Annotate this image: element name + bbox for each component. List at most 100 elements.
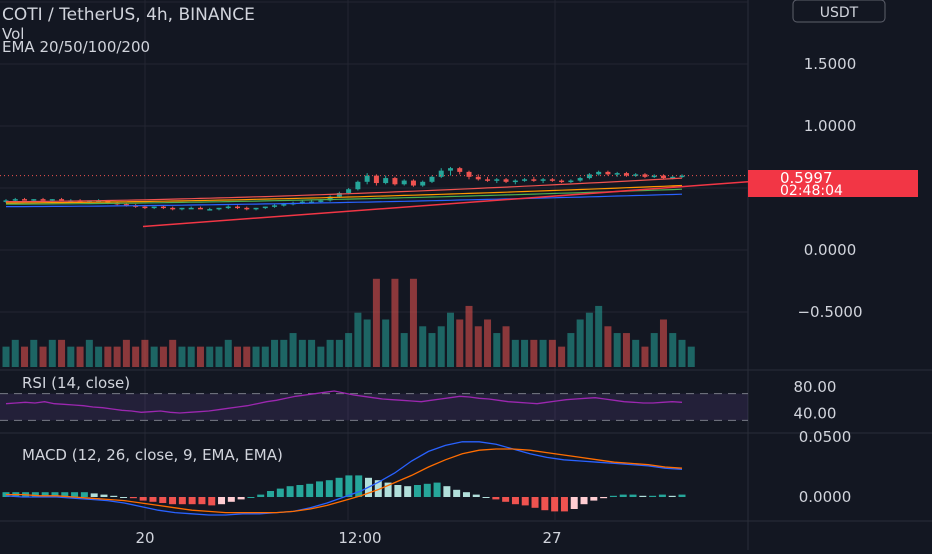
price-axis[interactable]: 2.00001.50001.00000.50000.0000−0.500080.… xyxy=(794,0,863,506)
chart-stage[interactable]: 2.00001.50001.00000.50000.0000−0.500080.… xyxy=(0,0,932,550)
candle-body[interactable] xyxy=(605,171,611,175)
candle-body[interactable] xyxy=(170,207,176,210)
macd-histogram-bar xyxy=(472,494,480,497)
volume-bar xyxy=(187,346,195,367)
candle-body[interactable] xyxy=(22,199,28,201)
volume-bar xyxy=(558,346,566,367)
macd-histogram-bar xyxy=(257,494,265,497)
volume-bar xyxy=(345,333,353,367)
macd-histogram-bar xyxy=(668,495,676,497)
candle-body[interactable] xyxy=(383,178,389,184)
volume-bar xyxy=(354,312,362,367)
candle-body[interactable] xyxy=(457,168,463,172)
candle-body[interactable] xyxy=(12,199,18,201)
candle-body[interactable] xyxy=(373,175,379,184)
volume-bar xyxy=(85,339,93,367)
candle-body[interactable] xyxy=(346,189,352,193)
macd-histogram-bar xyxy=(110,495,118,497)
candle-body[interactable] xyxy=(151,206,157,209)
candle-body[interactable] xyxy=(559,180,565,183)
candle-body[interactable] xyxy=(568,180,574,183)
volume-bar xyxy=(141,339,149,367)
candle-body[interactable] xyxy=(207,209,213,211)
ema-label: EMA 20/50/100/200 xyxy=(2,38,150,56)
macd-histogram-bar xyxy=(570,497,578,509)
volume-bar xyxy=(30,339,38,367)
candle-body[interactable] xyxy=(160,206,166,209)
candle-body[interactable] xyxy=(596,171,602,175)
candle-body[interactable] xyxy=(401,180,407,185)
macd-histogram-bar xyxy=(453,489,461,497)
volume-bar xyxy=(132,346,140,367)
candle-body[interactable] xyxy=(522,179,528,181)
rsi-label: RSI (14, close) xyxy=(22,374,130,392)
candle-body[interactable] xyxy=(253,207,259,210)
candle-body[interactable] xyxy=(438,170,444,177)
candle-body[interactable] xyxy=(179,207,185,210)
macd-histogram-bar xyxy=(560,497,568,512)
candle-body[interactable] xyxy=(586,174,592,179)
candle-body[interactable] xyxy=(531,179,537,181)
candle-body[interactable] xyxy=(142,206,148,209)
candle-body[interactable] xyxy=(577,178,583,181)
candle-body[interactable] xyxy=(540,179,546,181)
rsi-tick-label: 80.00 xyxy=(794,378,837,396)
candle-body[interactable] xyxy=(503,179,509,182)
candle-body[interactable] xyxy=(262,206,268,209)
candle-body[interactable] xyxy=(614,173,620,175)
price-pane[interactable] xyxy=(0,166,749,228)
candle-body[interactable] xyxy=(549,179,555,181)
candle-body[interactable] xyxy=(420,181,426,186)
macd-histogram-bar xyxy=(502,497,510,502)
candle-body[interactable] xyxy=(31,199,37,201)
macd-histogram-bar xyxy=(335,477,343,497)
candle-body[interactable] xyxy=(410,180,416,186)
candle-body[interactable] xyxy=(40,199,46,201)
volume-bar xyxy=(530,339,538,367)
candle-body[interactable] xyxy=(49,199,55,201)
candle-body[interactable] xyxy=(447,168,453,171)
candle-body[interactable] xyxy=(392,178,398,185)
candle-body[interactable] xyxy=(429,176,435,182)
macd-histogram-bar xyxy=(159,497,167,503)
candle-body[interactable] xyxy=(197,207,203,210)
candle-body[interactable] xyxy=(272,205,278,207)
volume-bar xyxy=(67,346,75,367)
candle-body[interactable] xyxy=(188,207,194,210)
rsi-pane[interactable] xyxy=(0,390,748,421)
candle-body[interactable] xyxy=(485,179,491,181)
macd-histogram-bar xyxy=(590,497,598,501)
volume-bar xyxy=(206,346,214,367)
macd-histogram-bar xyxy=(178,497,186,505)
candle-body[interactable] xyxy=(660,175,666,179)
macd-histogram-bar xyxy=(227,497,235,502)
candle-body[interactable] xyxy=(355,181,361,190)
volume-bar xyxy=(567,333,575,367)
candle-body[interactable] xyxy=(494,179,500,181)
candle-body[interactable] xyxy=(281,204,287,206)
macd-histogram-bar xyxy=(296,485,304,497)
volume-bar xyxy=(122,339,130,367)
time-axis[interactable]: 20 12:00 27 xyxy=(135,529,561,547)
candle-body[interactable] xyxy=(225,206,231,209)
candle-body[interactable] xyxy=(633,174,639,176)
candle-body[interactable] xyxy=(512,180,518,183)
volume-bar xyxy=(58,339,66,367)
candle-body[interactable] xyxy=(318,200,324,202)
candle-body[interactable] xyxy=(216,207,222,210)
volume-bar xyxy=(613,333,621,367)
candle-body[interactable] xyxy=(364,175,370,182)
volume-bar xyxy=(521,339,529,367)
candle-body[interactable] xyxy=(475,176,481,180)
macd-histogram-bar xyxy=(609,495,617,497)
trading-chart[interactable]: 2.00001.50001.00000.50000.0000−0.500080.… xyxy=(0,0,932,550)
volume-bar xyxy=(465,305,473,367)
macd-histogram-bar xyxy=(267,491,275,497)
volume-bar xyxy=(585,312,593,367)
volume-bar xyxy=(632,339,640,367)
candle-body[interactable] xyxy=(244,207,250,210)
candle-body[interactable] xyxy=(466,171,472,177)
candle-body[interactable] xyxy=(235,206,241,209)
price-tick-label: 0.0000 xyxy=(804,241,857,259)
candle-body[interactable] xyxy=(59,199,65,201)
